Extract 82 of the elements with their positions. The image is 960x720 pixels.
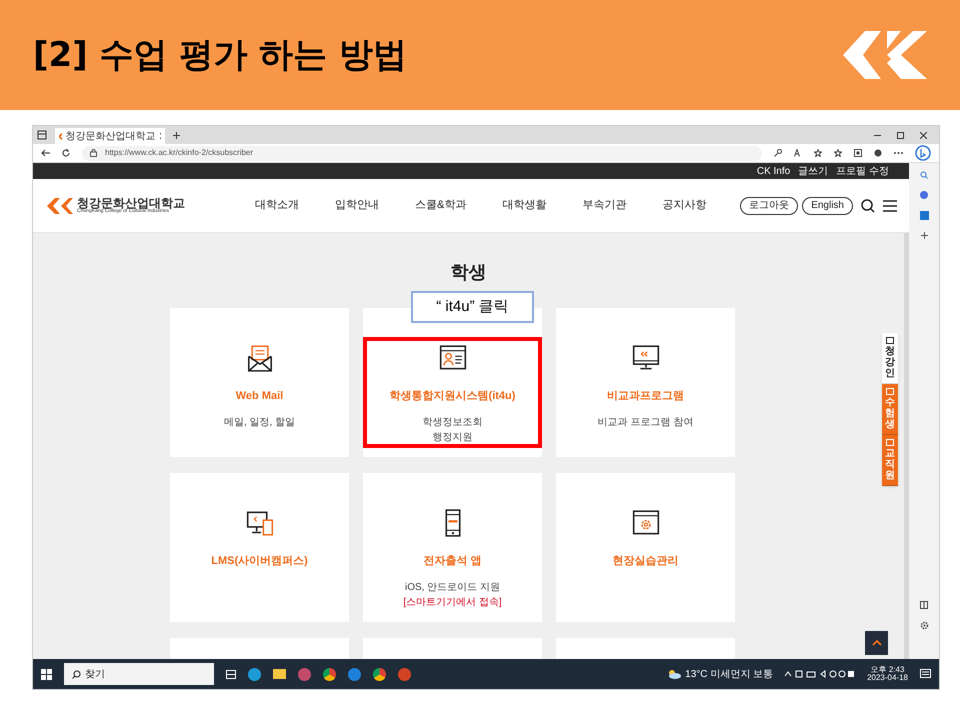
side-tab[interactable]: 청강인 bbox=[882, 333, 898, 384]
tab-actions-icon[interactable] bbox=[37, 130, 47, 140]
favicon-icon bbox=[59, 132, 62, 140]
annotation-callout: “ it4u” 클릭 bbox=[411, 291, 534, 323]
card-icon bbox=[246, 344, 274, 372]
nav-link[interactable]: 스쿨&학과 bbox=[415, 197, 466, 214]
slide-title: [2] 수업 평가 하는 방법 bbox=[33, 34, 408, 76]
new-tab-icon[interactable] bbox=[173, 132, 180, 138]
card-icon bbox=[632, 509, 660, 537]
header-button[interactable]: 로그아웃 bbox=[740, 196, 798, 214]
weather-text[interactable]: 13°C 미세먼지 보통 bbox=[685, 666, 774, 682]
card-description: [스마트기기에서 접속] bbox=[403, 596, 502, 610]
star-icon[interactable] bbox=[814, 149, 822, 157]
nav-link[interactable]: 부속기관 bbox=[582, 197, 626, 214]
settings-icon[interactable] bbox=[920, 621, 928, 630]
top-link[interactable]: CK Info bbox=[756, 164, 790, 178]
top-link[interactable]: 글쓰기 bbox=[798, 164, 828, 178]
search-icon bbox=[72, 670, 81, 678]
shapes-icon[interactable] bbox=[920, 191, 928, 199]
outlook-icon[interactable] bbox=[920, 211, 928, 220]
card-title: LMS(사이버캠퍼스) bbox=[211, 554, 308, 569]
plus-icon[interactable] bbox=[920, 232, 928, 239]
card-icon bbox=[438, 344, 466, 372]
card-title: 학생통합지원시스템(it4u) bbox=[390, 389, 516, 404]
clock-time: 오후 2:43 bbox=[870, 666, 904, 674]
college-name: 청강문화산업대학교 bbox=[77, 197, 185, 209]
weather-icon bbox=[667, 669, 682, 679]
card-description: 행정지원 bbox=[432, 430, 472, 444]
card-icon bbox=[246, 509, 274, 537]
minimize-icon[interactable] bbox=[874, 134, 881, 136]
header-button[interactable]: English bbox=[802, 196, 853, 214]
profile-icon[interactable] bbox=[874, 149, 882, 157]
card-description: 메일, 일정, 할일 bbox=[224, 416, 296, 430]
college-logo-icon bbox=[45, 196, 73, 214]
menu-icon[interactable] bbox=[883, 200, 897, 212]
collections-icon[interactable] bbox=[854, 149, 862, 157]
clock-date: 2023-04-18 bbox=[867, 674, 908, 682]
sidebar-toggle-icon[interactable] bbox=[920, 601, 928, 609]
lock-icon bbox=[90, 149, 97, 157]
refresh-icon[interactable] bbox=[62, 149, 70, 157]
edge-icon[interactable] bbox=[248, 668, 261, 680]
card-title: 현장실습관리 bbox=[612, 554, 678, 569]
nav-link[interactable]: 대학소개 bbox=[255, 197, 299, 214]
service-card[interactable]: 전자출석 앱 iOS, 안드로이드 지원 [스마트기기에서 접속] bbox=[363, 473, 542, 622]
windows-icon[interactable] bbox=[41, 668, 52, 680]
address-bar[interactable]: https://www.ck.ac.kr/ckinfo-2/cksubscriber bbox=[82, 146, 762, 160]
card-title: Web Mail bbox=[236, 389, 284, 404]
scroll-top-button[interactable] bbox=[865, 631, 888, 655]
card-title: 비교과프로그램 bbox=[607, 389, 684, 404]
browser-tab[interactable]: 청강문화산업대학교 bbox=[55, 128, 165, 144]
service-card[interactable]: 비교과프로그램 비교과 프로그램 참여 bbox=[556, 308, 735, 457]
task-view-icon[interactable] bbox=[226, 670, 236, 678]
card-description: 비교과 프로그램 참여 bbox=[598, 416, 694, 430]
chrome-icon[interactable] bbox=[373, 668, 386, 680]
page-heading: 학생 bbox=[450, 261, 486, 284]
taskbar-search[interactable]: 찾기 bbox=[64, 663, 214, 685]
up-chevron-icon bbox=[872, 640, 882, 646]
read-aloud-icon[interactable] bbox=[794, 149, 802, 157]
app-icon[interactable] bbox=[298, 668, 311, 680]
chrome-icon[interactable] bbox=[323, 668, 336, 680]
favorites-icon[interactable] bbox=[834, 149, 842, 157]
bing-icon[interactable] bbox=[915, 145, 931, 161]
notification-icon[interactable] bbox=[920, 669, 931, 679]
card-description: iOS, 안드로이드 지원 bbox=[404, 580, 500, 594]
card-description: 학생정보조회 bbox=[422, 416, 482, 430]
powerpoint-icon[interactable] bbox=[398, 668, 411, 680]
app-icon[interactable] bbox=[348, 668, 361, 680]
maximize-icon[interactable] bbox=[897, 132, 904, 138]
card-icon bbox=[632, 344, 660, 372]
key-icon[interactable] bbox=[774, 149, 782, 157]
top-link[interactable]: 프로필 수정 bbox=[836, 164, 889, 178]
nav-link[interactable]: 입학안내 bbox=[335, 197, 379, 214]
url-text: https://www.ck.ac.kr/ckinfo-2/cksubscriber bbox=[105, 147, 254, 159]
search-placeholder: 찾기 bbox=[85, 668, 105, 682]
service-card[interactable]: Web Mail 메일, 일정, 할일 bbox=[170, 308, 349, 457]
nav-link[interactable]: 공지사항 bbox=[662, 197, 706, 214]
card-title: 전자출석 앱 bbox=[423, 554, 482, 569]
system-tray-icons[interactable] bbox=[785, 670, 856, 678]
tab-title: 청강문화산업대학교 bbox=[66, 130, 156, 144]
nav-link[interactable]: 대학생활 bbox=[502, 197, 546, 214]
back-icon[interactable] bbox=[41, 149, 50, 157]
search-icon[interactable] bbox=[861, 198, 875, 212]
